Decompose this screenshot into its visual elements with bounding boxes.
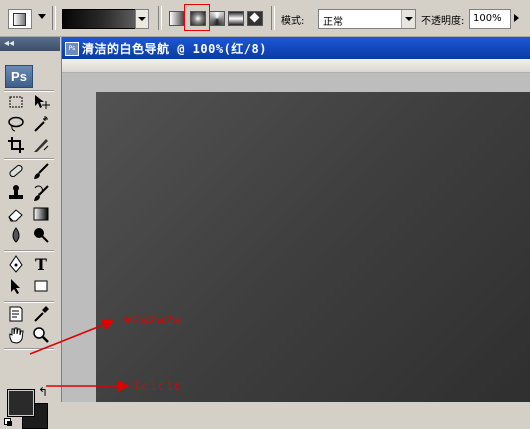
hand-icon[interactable] [7, 326, 25, 344]
separator [4, 158, 54, 160]
opacity-slider-arrow-icon[interactable] [513, 12, 523, 24]
history-brush-icon[interactable] [32, 184, 50, 202]
svg-text:T: T [35, 255, 47, 273]
angle-gradient-icon[interactable] [209, 11, 225, 26]
gradient-picker-dropdown[interactable] [135, 9, 149, 29]
clone-stamp-icon[interactable] [7, 184, 25, 202]
foreground-color-swatch[interactable] [7, 389, 35, 417]
tool-preset-picker[interactable] [8, 9, 32, 29]
linear-gradient-icon[interactable] [169, 11, 185, 26]
separator [52, 6, 56, 30]
magic-wand-icon[interactable] [32, 115, 50, 133]
move-icon[interactable] [32, 93, 50, 111]
shape-icon[interactable] [32, 277, 50, 295]
toolbox-header[interactable]: ◂◂ [0, 37, 60, 51]
radial-gradient-icon[interactable] [190, 11, 206, 26]
mode-label: 模式: [281, 16, 305, 27]
notes-icon[interactable] [7, 305, 25, 323]
background-hex-label: 1c1c1c [133, 379, 183, 393]
brush-icon[interactable] [32, 162, 50, 180]
type-icon[interactable]: T [32, 255, 50, 274]
separator [4, 348, 54, 350]
gradient-editor-swatch[interactable] [62, 9, 136, 29]
document-title-bar[interactable]: Ps 清洁的白色导航 @ 100%(红/8) [62, 37, 530, 59]
healing-brush-icon[interactable] [7, 162, 25, 180]
swap-colors-icon[interactable]: ↰ [38, 386, 48, 398]
marquee-icon[interactable] [7, 93, 25, 111]
dodge-icon[interactable] [32, 226, 50, 244]
diamond-gradient-icon[interactable] [247, 11, 263, 26]
separator [158, 6, 162, 30]
chevron-down-icon[interactable] [401, 10, 415, 28]
options-bar: 模式: 正常 不透明度: 100% [0, 0, 530, 37]
reflected-gradient-icon[interactable] [228, 11, 244, 26]
collapse-icon[interactable]: ◂◂ [4, 37, 14, 51]
blend-mode-value: 正常 [323, 17, 343, 28]
zoom-icon[interactable] [32, 326, 50, 344]
document-window: Ps 清洁的白色导航 @ 100%(红/8) [62, 37, 530, 402]
tool-preset-dropdown-icon[interactable] [38, 14, 46, 19]
default-colors-icon[interactable] [4, 418, 13, 427]
gradient-preset-icon [13, 13, 26, 26]
opacity-label: 不透明度: [421, 16, 465, 27]
lasso-icon[interactable] [7, 115, 25, 133]
opacity-input[interactable]: 100% [469, 9, 511, 29]
eyedropper-icon[interactable] [32, 305, 50, 323]
slice-icon[interactable] [32, 136, 50, 154]
eraser-icon[interactable] [7, 205, 25, 223]
crop-icon[interactable] [7, 136, 25, 154]
toolbox: ◂◂ Ps T ↰ [0, 37, 62, 429]
canvas[interactable] [96, 92, 530, 402]
separator [4, 250, 54, 252]
separator [4, 90, 54, 92]
document-ruler-bar [62, 59, 530, 73]
ps-logo[interactable]: Ps [5, 65, 33, 88]
ps-document-icon: Ps [65, 42, 79, 56]
document-title: 清洁的白色导航 @ 100%(红/8) [82, 42, 267, 56]
pen-icon[interactable] [7, 255, 25, 273]
separator [271, 6, 275, 30]
path-select-icon[interactable] [7, 277, 25, 295]
blur-icon[interactable] [7, 226, 25, 244]
opacity-value: 100% [473, 13, 502, 24]
gradient-tool-icon[interactable] [32, 205, 50, 223]
blend-mode-select[interactable]: 正常 [318, 9, 416, 29]
separator [4, 301, 54, 303]
foreground-hex-label: #2a2a2a [124, 313, 182, 327]
